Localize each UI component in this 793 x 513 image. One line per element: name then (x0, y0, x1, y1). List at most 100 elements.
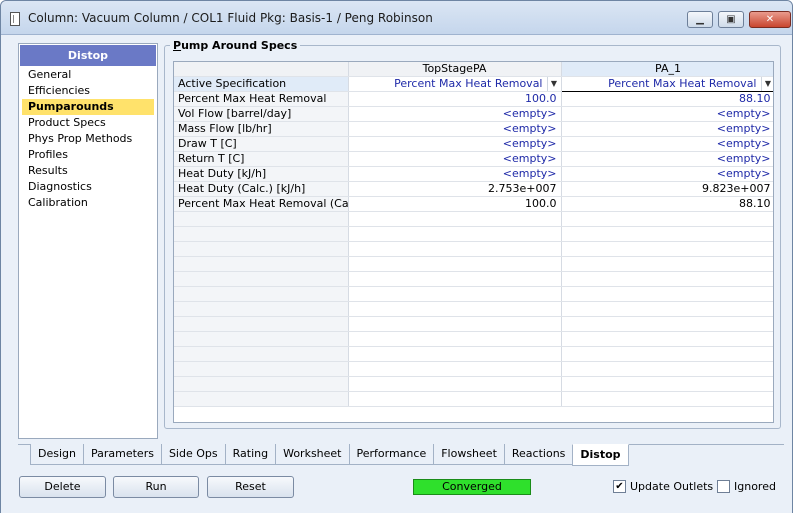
row-label: Return T [C] (174, 151, 349, 167)
grid-cell (174, 271, 349, 287)
grid-cell[interactable]: 2.753e+007 (348, 181, 562, 197)
run-button[interactable]: Run (113, 476, 199, 498)
grid-cell[interactable] (348, 271, 562, 287)
grid-cell[interactable]: <empty> (348, 136, 562, 152)
group-title-text: ump Around Specs (181, 39, 298, 52)
grid-cell[interactable] (348, 256, 562, 272)
column-header[interactable]: PA_1 (561, 62, 773, 77)
grid-cell[interactable] (348, 376, 562, 392)
grid-cell[interactable] (348, 226, 562, 242)
grid-cell[interactable] (348, 211, 562, 227)
grid-cell[interactable] (561, 286, 773, 302)
grid-cell[interactable]: <empty> (348, 166, 562, 182)
grid-cell[interactable]: <empty> (348, 121, 562, 137)
tab-rating[interactable]: Rating (224, 444, 277, 465)
tab-distop[interactable]: Distop (572, 444, 629, 466)
grid-cell (174, 391, 349, 407)
dropdown-label: Percent Max Heat Removal (394, 77, 543, 90)
tab-performance[interactable]: Performance (348, 444, 435, 465)
grid-cell[interactable] (348, 361, 562, 377)
grid-cell[interactable] (561, 301, 773, 317)
grid-cell[interactable] (561, 346, 773, 362)
grid-cell[interactable] (561, 211, 773, 227)
tab-worksheet[interactable]: Worksheet (275, 444, 350, 465)
chevron-down-icon[interactable]: ▼ (546, 76, 561, 90)
sidebar-item-pumparounds[interactable]: Pumparounds (22, 99, 154, 115)
grid-cell[interactable]: <empty> (561, 106, 773, 122)
grid-cell[interactable] (348, 316, 562, 332)
maximize-button[interactable]: ▣ (718, 11, 744, 28)
sidebar-item-results[interactable]: Results (22, 163, 154, 179)
active-spec-dropdown[interactable]: Percent Max Heat Removal ▼ (560, 75, 774, 92)
delete-button[interactable]: Delete (19, 476, 106, 498)
table-row: Heat Duty (Calc.) [kJ/h] 2.753e+007 9.823e… (174, 181, 773, 197)
grid-cell[interactable]: 100.0 (348, 196, 562, 212)
grid-cell[interactable]: 9.823e+007 (561, 181, 773, 197)
grid-cell[interactable]: <empty> (561, 136, 773, 152)
grid-cell[interactable] (561, 316, 773, 332)
sidebar-item-profiles[interactable]: Profiles (22, 147, 154, 163)
grid-cell[interactable] (561, 376, 773, 392)
close-button[interactable]: ✕ (749, 11, 791, 28)
title-bar[interactable]: Column: Vacuum Column / COL1 Fluid Pkg: … (1, 1, 792, 35)
tab-flowsheet[interactable]: Flowsheet (433, 444, 505, 465)
status-indicator: Converged (413, 479, 531, 495)
table-row: Active Specification Percent Max Heat Rem… (174, 75, 774, 92)
table-row: Percent Max Heat Removal 100.0 88.10 (174, 91, 773, 107)
update-outlets-checkbox[interactable]: ✔ Update Outlets (613, 480, 713, 493)
grid-cell[interactable] (348, 301, 562, 317)
grid-cell[interactable]: 88.10 (561, 196, 773, 212)
grid-cell[interactable] (348, 286, 562, 302)
grid-cell (174, 211, 349, 227)
sidebar-item-efficiencies[interactable]: Efficiencies (22, 83, 154, 99)
grid-cell[interactable]: <empty> (561, 151, 773, 167)
grid-cell[interactable]: 100.0 (348, 91, 562, 107)
grid-cell (174, 346, 349, 362)
grid-cell[interactable]: 88.10 (561, 91, 773, 107)
group-title-mnemonic: P (173, 39, 182, 52)
check-icon[interactable]: ✔ (613, 480, 626, 493)
table-row: Draw T [C] <empty> <empty> (174, 136, 773, 152)
sidebar-item-diagnostics[interactable]: Diagnostics (22, 179, 154, 195)
sidebar-item-general[interactable]: General (22, 67, 154, 83)
sidebar-header: Distop (20, 45, 156, 66)
grid-cell[interactable] (348, 331, 562, 347)
grid-cell[interactable]: <empty> (348, 151, 562, 167)
specs-grid[interactable]: TopStagePA PA_1 Active Specification Perc… (173, 61, 774, 423)
table-row (174, 316, 773, 332)
reset-button[interactable]: Reset (207, 476, 294, 498)
sidebar-item-calibration[interactable]: Calibration (22, 195, 154, 211)
ignored-checkbox[interactable]: Ignored (717, 480, 776, 493)
tab-side-ops[interactable]: Side Ops (160, 444, 226, 465)
grid-cell[interactable]: <empty> (561, 121, 773, 137)
sidebar-item-product-specs[interactable]: Product Specs (22, 115, 154, 131)
tab-parameters[interactable]: Parameters (82, 444, 162, 465)
grid-cell[interactable] (561, 256, 773, 272)
table-row (174, 286, 773, 302)
grid-cell[interactable]: <empty> (561, 166, 773, 182)
grid-cell[interactable] (561, 226, 773, 242)
grid-cell[interactable] (348, 391, 562, 407)
minimize-button[interactable]: ▁ (687, 11, 713, 28)
grid-cell[interactable] (561, 361, 773, 377)
grid-cell[interactable] (561, 331, 773, 347)
grid-cell[interactable] (561, 271, 773, 287)
table-row (174, 301, 773, 317)
table-row (174, 361, 773, 377)
active-spec-dropdown[interactable]: Percent Max Heat Removal ▼ (348, 76, 562, 92)
grid-cell[interactable]: <empty> (348, 106, 562, 122)
chevron-down-icon[interactable]: ▼ (760, 77, 774, 90)
checkbox-box[interactable] (717, 480, 730, 493)
tab-reactions[interactable]: Reactions (503, 444, 574, 465)
row-label: Percent Max Heat Removal (174, 91, 349, 107)
grid-cell[interactable] (561, 241, 773, 257)
row-label: Mass Flow [lb/hr] (174, 121, 349, 137)
tab-design[interactable]: Design (30, 444, 84, 465)
update-outlets-label: Update Outlets (630, 480, 714, 493)
grid-cell[interactable] (561, 391, 773, 407)
column-header[interactable]: TopStagePA (348, 62, 562, 77)
grid-cell[interactable] (348, 241, 562, 257)
grid-cell[interactable] (348, 346, 562, 362)
sidebar-item-phys-prop-methods[interactable]: Phys Prop Methods (22, 131, 154, 147)
group-title: Pump Around Specs (170, 39, 301, 52)
